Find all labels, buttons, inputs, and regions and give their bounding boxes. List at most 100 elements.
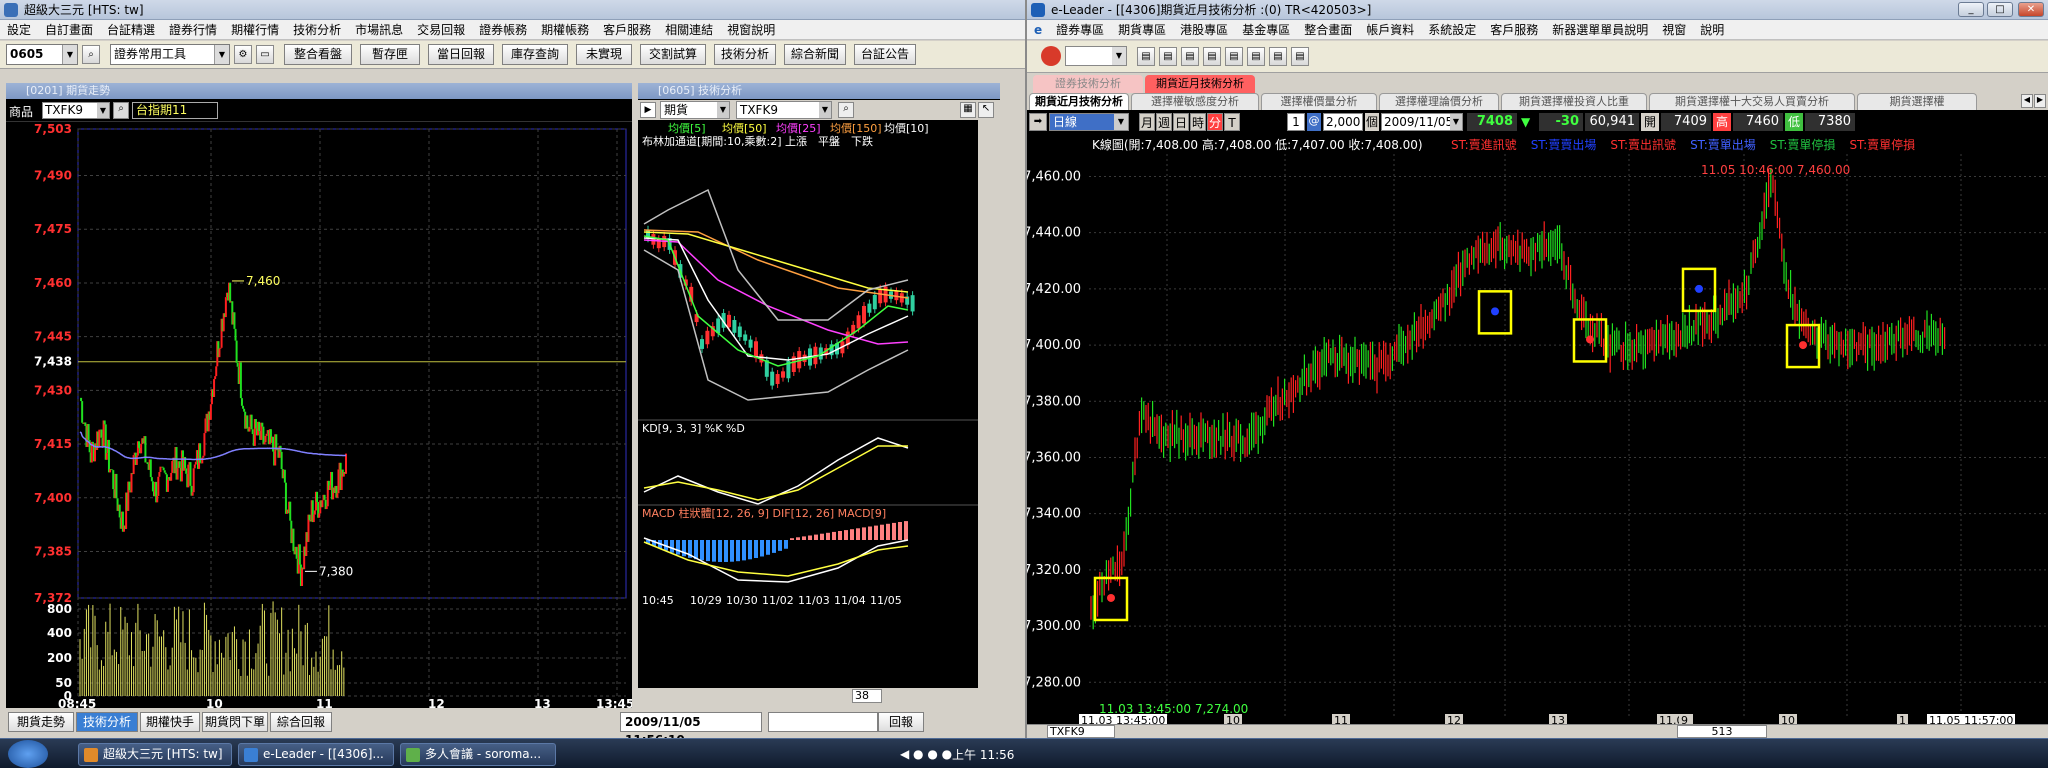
stock-code-combo[interactable]: 0605 ▼ [6, 44, 78, 65]
search-icon[interactable]: ⌕ [113, 102, 129, 119]
period-button[interactable]: 週 [1156, 113, 1172, 131]
kline-scroll-value[interactable]: 513 [1677, 725, 1767, 738]
code-combo[interactable]: TXFK9 ▼ [736, 101, 832, 119]
toolbar-icon[interactable]: ▤ [1137, 47, 1155, 66]
function-tab[interactable]: 期貨選擇權十大交易人買賣分析 [1649, 93, 1855, 110]
bottom-tab[interactable]: 技術分析 [76, 712, 138, 732]
toolbar-button[interactable]: 綜合新聞 [784, 44, 846, 65]
menu-item[interactable]: 客戶服務 [596, 20, 658, 39]
return-button[interactable]: 回報 [878, 712, 924, 732]
product-code-combo[interactable]: TXFK9 ▼ [42, 102, 110, 119]
period-n-input[interactable]: 1 [1287, 113, 1305, 131]
toolbar-icon[interactable]: ▤ [1291, 47, 1309, 66]
menu-item[interactable]: 整合畫面 [1297, 20, 1359, 39]
menu-item[interactable]: 期權帳務 [534, 20, 596, 39]
taskbar-item-hts[interactable]: 超級大三元 [HTS: tw] [78, 743, 232, 766]
arrow-icon[interactable]: ↖ [978, 102, 994, 118]
menu-item[interactable]: 自訂畫面 [38, 20, 100, 39]
taskbar-item-eleader[interactable]: e-Leader - [[4306]... [238, 743, 394, 766]
chevron-down-icon[interactable]: ▼ [1450, 114, 1462, 130]
maximize-icon[interactable]: □ [1987, 2, 2013, 17]
tab-scroll-right-icon[interactable]: ▶ [2034, 94, 2046, 108]
start-icon[interactable] [8, 740, 48, 768]
function-tab[interactable]: 期貨近月技術分析 [1029, 93, 1129, 110]
menu-item[interactable]: 基金專區 [1235, 20, 1297, 39]
menu-item[interactable]: 視窗 [1655, 20, 1693, 39]
menu-item[interactable]: 市場訊息 [348, 20, 410, 39]
menu-item[interactable]: 技術分析 [286, 20, 348, 39]
function-tab[interactable]: 選擇權理論價分析 [1379, 93, 1499, 110]
toolbar-icon[interactable]: ▤ [1203, 47, 1221, 66]
menu-item[interactable]: 說明 [1693, 20, 1731, 39]
menu-item[interactable]: 系統設定 [1421, 20, 1483, 39]
period-button[interactable]: 月 [1139, 113, 1155, 131]
taskbar-item-meeting[interactable]: 多人會議 - soroma... [400, 743, 556, 766]
toolbar-button[interactable]: 交割試算 [640, 44, 706, 65]
toolbar-icon[interactable]: ▤ [1225, 47, 1243, 66]
toolbar-button[interactable]: 台証公告 [854, 44, 916, 65]
menu-item[interactable]: 客戶服務 [1483, 20, 1545, 39]
toolbar-button[interactable]: 暫存匣 [360, 44, 420, 65]
period-button[interactable]: 分 [1207, 113, 1223, 131]
menu-item[interactable]: 期權行情 [224, 20, 286, 39]
toolbar-button[interactable]: 整合看盤 [284, 44, 352, 65]
tool-combo[interactable]: 證券常用工具 ▼ [110, 44, 230, 65]
toolbar-button[interactable]: 庫存查詢 [502, 44, 568, 65]
tab-scroll-left-icon[interactable]: ◀ [2021, 94, 2033, 108]
menu-item[interactable]: 新器選單單員說明 [1545, 20, 1655, 39]
function-tab[interactable]: 期貨選擇權 [1857, 93, 1977, 110]
scroll-value[interactable]: 38 [852, 689, 882, 703]
period-button[interactable]: 時 [1190, 113, 1206, 131]
tech-scrollbar[interactable]: 38 [638, 688, 1000, 704]
play-icon[interactable]: ▶ [640, 102, 656, 118]
chevron-down-icon[interactable]: ▼ [214, 45, 229, 64]
toolbar-button[interactable]: 未實現 [576, 44, 632, 65]
function-tab[interactable]: 期貨選擇權投資人比重 [1501, 93, 1647, 110]
minimize-icon[interactable]: _ [1958, 2, 1984, 17]
menu-item[interactable]: 視窗說明 [720, 20, 782, 39]
bottom-tab[interactable]: 期權快手 [140, 712, 200, 732]
bar-count-input[interactable]: 2,000 [1323, 113, 1363, 131]
bottom-tab[interactable]: 期貨走勢 [8, 712, 74, 732]
menu-item[interactable]: 台証精選 [100, 20, 162, 39]
menu-item[interactable]: 證券專區 [1049, 20, 1111, 39]
tray-icons[interactable]: ◀ ● ● ● [900, 747, 952, 761]
toolbar-icon[interactable]: ▤ [1269, 47, 1287, 66]
stop-icon[interactable] [1041, 46, 1061, 66]
toolbar-icon[interactable]: ▤ [1159, 47, 1177, 66]
sub-tab-futures[interactable]: 期貨近月技術分析 [1145, 75, 1255, 93]
account-combo[interactable]: ▼ [1065, 46, 1127, 66]
menu-item[interactable]: 設定 [0, 20, 38, 39]
function-tab[interactable]: 選擇權價量分析 [1261, 93, 1377, 110]
search-icon[interactable]: ⌕ [838, 102, 854, 118]
bottom-tab[interactable]: 期貨閃下單 [202, 712, 268, 732]
chevron-down-icon[interactable]: ▼ [819, 102, 831, 118]
period-button[interactable]: T [1224, 113, 1240, 131]
menu-item[interactable]: 相關連結 [658, 20, 720, 39]
arrow-right-icon[interactable]: ➡ [1029, 113, 1047, 131]
function-tab[interactable]: 選擇權敏感度分析 [1131, 93, 1259, 110]
chevron-down-icon[interactable]: ▼ [1112, 47, 1126, 65]
chevron-down-icon[interactable]: ▼ [62, 45, 77, 64]
sub-tab-stock[interactable]: 證券技術分析 [1033, 75, 1143, 93]
menu-item[interactable]: 交易回報 [410, 20, 472, 39]
close-icon[interactable]: ✕ [2018, 2, 2044, 17]
chevron-down-icon[interactable]: ▼ [717, 102, 729, 118]
gear-icon[interactable]: ⚙ [234, 45, 252, 64]
chevron-down-icon[interactable]: ▼ [1114, 114, 1128, 130]
bottom-tab[interactable]: 綜合回報 [270, 712, 332, 732]
toolbar-icon[interactable]: ▤ [1181, 47, 1199, 66]
type-combo[interactable]: 期貨 ▼ [660, 101, 730, 119]
menu-item[interactable]: 港股專區 [1173, 20, 1235, 39]
chevron-down-icon[interactable]: ▼ [97, 103, 109, 118]
toolbar-button[interactable]: 技術分析 [714, 44, 776, 65]
search-icon[interactable]: ⌕ [82, 45, 100, 64]
period-combo[interactable]: 日線 ▼ [1049, 113, 1129, 131]
period-button[interactable]: 日 [1173, 113, 1189, 131]
menu-item[interactable]: 帳戶資料 [1359, 20, 1421, 39]
toolbar-button[interactable]: 當日回報 [428, 44, 494, 65]
date-combo[interactable]: 2009/11/05 ▼ [1381, 113, 1463, 131]
grid-icon[interactable]: ▦ [960, 102, 976, 118]
menu-item[interactable]: 證券行情 [162, 20, 224, 39]
menu-item[interactable]: 證券帳務 [472, 20, 534, 39]
